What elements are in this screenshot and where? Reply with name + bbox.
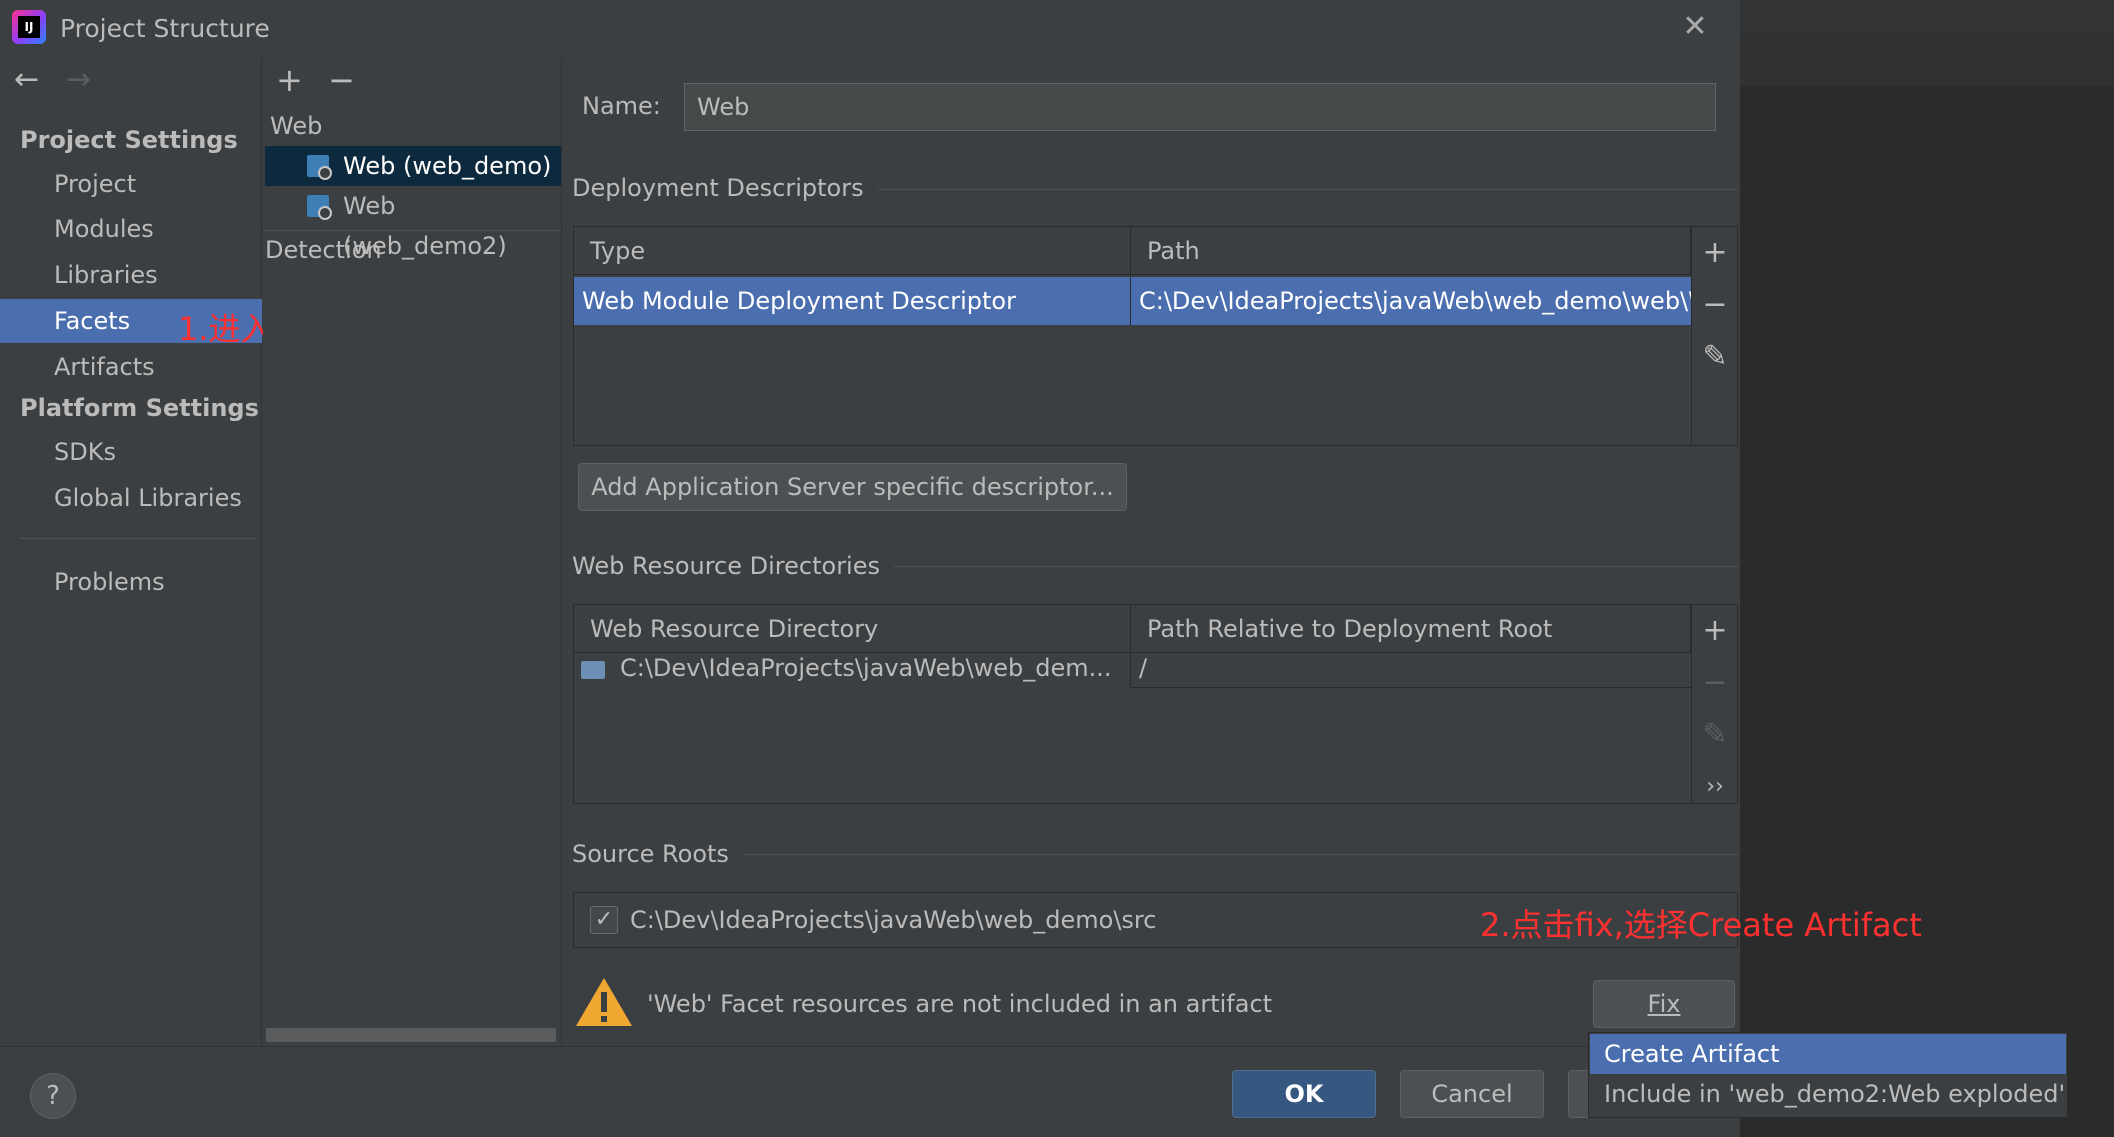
forward-arrow-icon[interactable]: → xyxy=(66,62,91,97)
column-header-type[interactable]: Type xyxy=(574,227,1131,275)
intellij-logo-icon: IJ xyxy=(12,10,46,44)
folder-icon xyxy=(581,661,605,679)
cancel-button[interactable]: Cancel xyxy=(1400,1070,1544,1118)
source-root-path: C:\Dev\IdeaProjects\javaWeb\web_demo\src xyxy=(630,906,1157,934)
tree-item-web-demo2[interactable]: Web (web_demo2) xyxy=(265,186,561,260)
add-facet-button[interactable]: + xyxy=(276,64,303,96)
edit-pencil-icon[interactable]: ✎ xyxy=(1698,718,1732,752)
column-header-relative-path[interactable]: Path Relative to Deployment Root xyxy=(1131,605,1691,653)
warning-icon xyxy=(576,978,632,1026)
web-resource-directories-title: Web Resource Directories xyxy=(572,552,894,580)
edit-pencil-icon[interactable]: ✎ xyxy=(1698,340,1732,374)
ok-button[interactable]: OK xyxy=(1232,1070,1376,1118)
table-cell-directory[interactable]: C:\Dev\IdeaProjects\javaWeb\web_dem... xyxy=(612,648,1131,688)
sidebar-item-project[interactable]: Project xyxy=(0,162,262,206)
name-label: Name: xyxy=(582,92,661,120)
menu-item-include-in-exploded[interactable]: Include in 'web_demo2:Web exploded' xyxy=(1590,1074,2066,1114)
sidebar-item-modules[interactable]: Modules xyxy=(0,207,262,251)
sidebar-item-problems[interactable]: Problems xyxy=(0,560,262,604)
add-resource-button[interactable]: + xyxy=(1698,614,1732,648)
add-server-descriptor-button[interactable]: Add Application Server specific descript… xyxy=(578,463,1127,511)
close-icon[interactable]: ✕ xyxy=(1678,10,1712,44)
sidebar-item-libraries[interactable]: Libraries xyxy=(0,253,262,297)
remove-resource-button[interactable]: − xyxy=(1698,666,1732,700)
more-chevron-icon[interactable]: ›› xyxy=(1698,770,1732,804)
source-roots-title: Source Roots xyxy=(572,840,743,868)
tree-item-web-demo[interactable]: Web (web_demo) xyxy=(265,146,561,186)
add-descriptor-button[interactable]: + xyxy=(1698,236,1732,270)
source-root-checkbox[interactable]: ✓ xyxy=(590,906,618,934)
dialog-title: Project Structure xyxy=(60,14,270,43)
table-cell-relative-path[interactable]: / xyxy=(1131,648,1691,688)
table-cell-type[interactable]: Web Module Deployment Descriptor xyxy=(574,277,1131,325)
sidebar-divider xyxy=(20,538,256,539)
horizontal-scrollbar[interactable] xyxy=(266,1028,556,1042)
column-header-path[interactable]: Path xyxy=(1131,227,1691,275)
web-facet-icon xyxy=(307,195,332,220)
background-editor xyxy=(1740,0,2114,1137)
tree-divider xyxy=(263,230,561,231)
remove-facet-button[interactable]: − xyxy=(328,64,355,96)
column-header-web-resource-directory[interactable]: Web Resource Directory xyxy=(574,605,1131,653)
warning-message: 'Web' Facet resources are not included i… xyxy=(647,990,1273,1018)
tree-item-label: Web (web_demo) xyxy=(343,152,552,180)
fix-button[interactable]: Fix xyxy=(1593,980,1735,1028)
sidebar-item-global-libraries[interactable]: Global Libraries xyxy=(0,476,262,520)
panel-divider xyxy=(561,58,562,1046)
tree-item-detection[interactable]: Detection xyxy=(265,236,382,264)
remove-descriptor-button[interactable]: − xyxy=(1698,288,1732,322)
annotation-step2: 2.点击fix,选择Create Artifact xyxy=(1480,906,1922,944)
name-field[interactable]: Web xyxy=(684,83,1716,131)
tree-group-web[interactable]: Web xyxy=(270,112,322,140)
project-settings-header: Project Settings xyxy=(20,126,238,154)
web-facet-icon xyxy=(307,155,332,180)
deployment-descriptors-title: Deployment Descriptors xyxy=(572,174,878,202)
sidebar-item-sdks[interactable]: SDKs xyxy=(0,430,262,474)
section-divider xyxy=(572,854,1738,855)
help-icon[interactable]: ? xyxy=(30,1073,76,1119)
platform-settings-header: Platform Settings xyxy=(20,394,259,422)
table-cell-path[interactable]: C:\Dev\IdeaProjects\javaWeb\web_demo\web… xyxy=(1131,277,1691,325)
sidebar-item-artifacts[interactable]: Artifacts xyxy=(0,345,262,389)
back-arrow-icon[interactable]: ← xyxy=(14,62,39,97)
menu-item-create-artifact[interactable]: Create Artifact xyxy=(1590,1034,2066,1074)
